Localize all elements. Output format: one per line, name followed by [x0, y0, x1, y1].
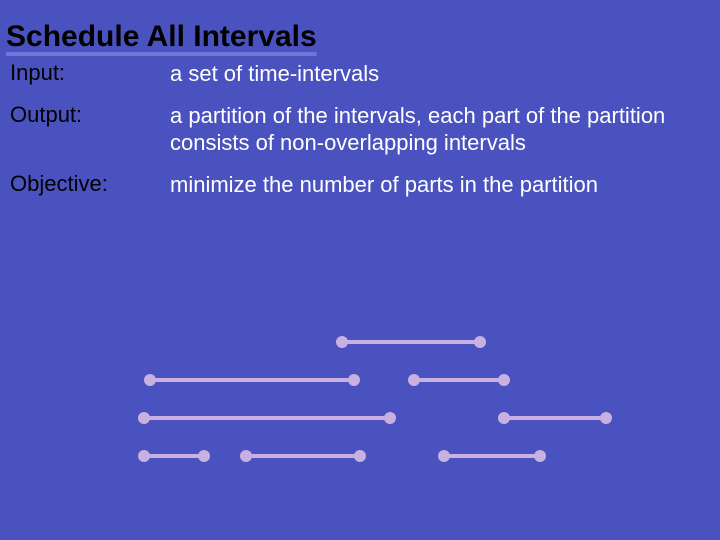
- definition-value: minimize the number of parts in the part…: [170, 171, 618, 199]
- definition-value: a partition of the intervals, each part …: [170, 102, 720, 157]
- definition-row: Output: a partition of the intervals, ea…: [0, 102, 720, 157]
- interval-bar: [150, 378, 354, 382]
- definition-label: Output:: [0, 102, 170, 128]
- interval-bar: [414, 378, 504, 382]
- definition-label: Input:: [0, 60, 170, 86]
- interval-bar: [444, 454, 540, 458]
- definition-row: Objective: minimize the number of parts …: [0, 171, 720, 199]
- interval-bar: [246, 454, 360, 458]
- definition-value: a set of time-intervals: [170, 60, 399, 88]
- definitions-block: Input: a set of time-intervals Output: a…: [0, 60, 720, 212]
- definition-label: Objective:: [0, 171, 170, 197]
- definition-row: Input: a set of time-intervals: [0, 60, 720, 88]
- slide-title: Schedule All Intervals: [6, 20, 317, 54]
- interval-diagram: [0, 330, 720, 530]
- interval-bar: [144, 454, 204, 458]
- interval-bar: [342, 340, 480, 344]
- interval-bar: [504, 416, 606, 420]
- interval-bar: [144, 416, 390, 420]
